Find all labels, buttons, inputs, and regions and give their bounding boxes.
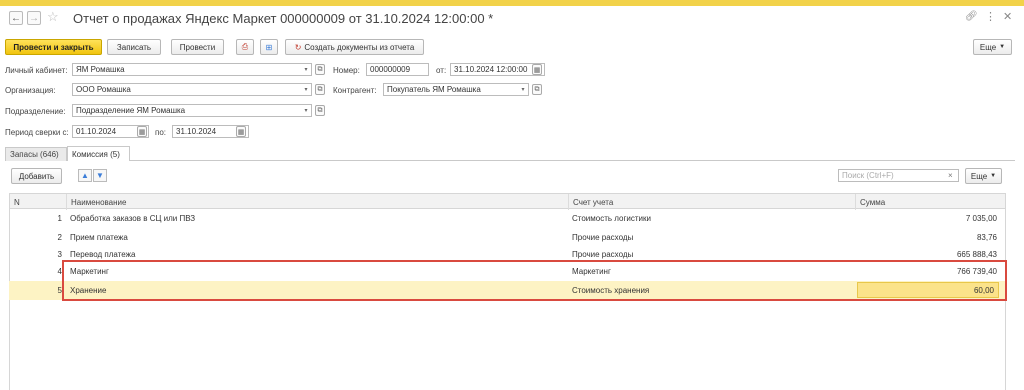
search-input[interactable]: Поиск (Ctrl+F) xyxy=(838,169,959,182)
structure-button[interactable]: ⊞ xyxy=(260,39,278,55)
post-button[interactable]: Провести xyxy=(171,39,224,55)
period-to-calendar-icon[interactable]: ▦ xyxy=(236,126,246,137)
search-placeholder: Поиск (Ctrl+F) xyxy=(842,171,894,180)
division-value: Подразделение ЯМ Ромашка xyxy=(76,106,186,115)
tab-commission[interactable]: Комиссия (5) xyxy=(67,146,130,161)
row-number: 4 xyxy=(57,267,62,276)
link-icon[interactable]: 🔗︎ xyxy=(965,11,978,22)
arrow-left-icon: ← xyxy=(11,12,21,24)
post-and-close-button[interactable]: Провести и закрыть xyxy=(5,39,102,55)
column-header-name[interactable]: Наименование xyxy=(67,194,569,210)
arrow-up-icon: ▲ xyxy=(81,171,89,180)
back-button[interactable]: ← xyxy=(9,11,23,25)
cabinet-label: Личный кабинет: xyxy=(5,66,68,75)
arrow-right-icon: → xyxy=(29,12,39,24)
division-field[interactable]: Подразделение ЯМ Ромашка xyxy=(72,104,312,117)
table-header: N Наименование Счет учета Сумма xyxy=(9,193,1007,210)
number-label: Номер: xyxy=(333,66,360,75)
row-sum: 7 035,00 xyxy=(965,214,997,223)
number-value: 000000009 xyxy=(370,65,411,74)
search-clear-icon[interactable]: × xyxy=(948,171,953,180)
arrow-down-icon: ▼ xyxy=(96,171,104,180)
organization-value: ООО Ромашка xyxy=(76,85,131,94)
column-header-n[interactable]: N xyxy=(10,194,67,210)
period-to-value: 31.10.2024 xyxy=(176,127,217,136)
contractor-label: Контрагент: xyxy=(333,86,377,95)
print-button[interactable]: ⎙ xyxy=(236,39,254,55)
organization-field[interactable]: ООО Ромашка xyxy=(72,83,312,96)
contractor-open-icon[interactable]: ⧉ xyxy=(532,84,542,95)
create-documents-button[interactable]: ↻ Создать документы из отчета xyxy=(285,39,424,55)
more-button[interactable]: Еще ▼ xyxy=(973,39,1012,55)
period-from-calendar-icon[interactable]: ▦ xyxy=(137,126,147,137)
date-field[interactable]: 31.10.2024 12:00:00 xyxy=(450,63,545,76)
row-number: 5 xyxy=(57,286,62,295)
close-icon[interactable]: ✕ xyxy=(1003,10,1012,23)
column-header-account[interactable]: Счет учета xyxy=(569,194,856,210)
table-more-button[interactable]: Еще ▼ xyxy=(965,168,1002,184)
contractor-dropdown-icon[interactable]: ▾ xyxy=(518,83,528,96)
row-account: Стоимость логистики xyxy=(572,214,651,223)
refresh-icon: ↻ xyxy=(294,42,302,52)
contractor-value: Покупатель ЯМ Ромашка xyxy=(387,85,481,94)
cabinet-field[interactable]: ЯМ Ромашка xyxy=(72,63,312,76)
save-button[interactable]: Записать xyxy=(107,39,161,55)
period-label: Период сверки с: xyxy=(5,128,69,137)
move-down-button[interactable]: ▼ xyxy=(93,169,107,182)
add-button[interactable]: Добавить xyxy=(11,168,62,184)
date-label: от: xyxy=(436,66,447,75)
period-from-value: 01.10.2024 xyxy=(76,127,117,136)
column-header-sum[interactable]: Сумма xyxy=(856,194,1007,210)
number-field[interactable]: 000000009 xyxy=(366,63,429,76)
menu-dots-icon[interactable]: ⋮ xyxy=(985,10,996,23)
cabinet-dropdown-icon[interactable]: ▾ xyxy=(301,63,311,76)
row-number: 1 xyxy=(57,214,62,223)
favorite-star-icon[interactable]: ☆ xyxy=(47,9,59,25)
top-accent-bar xyxy=(0,0,1024,6)
table-row[interactable]: 1 Обработка заказов в СЦ или ПВЗ Стоимос… xyxy=(9,209,1006,228)
more-label: Еще xyxy=(979,42,997,52)
window-title: Отчет о продажах Яндекс Маркет 000000009… xyxy=(73,11,494,26)
organization-label: Организация: xyxy=(5,86,56,95)
create-documents-label: Создать документы из отчета xyxy=(304,42,415,52)
cabinet-open-icon[interactable]: ⧉ xyxy=(315,64,325,75)
highlight-box xyxy=(62,260,1007,301)
contractor-field[interactable]: Покупатель ЯМ Ромашка xyxy=(383,83,529,96)
date-value: 31.10.2024 12:00:00 xyxy=(454,65,528,74)
division-label: Подразделение: xyxy=(5,107,66,116)
division-open-icon[interactable]: ⧉ xyxy=(315,105,325,116)
tab-stocks[interactable]: Запасы (646) xyxy=(5,147,67,161)
structure-icon: ⊞ xyxy=(265,42,273,52)
move-up-button[interactable]: ▲ xyxy=(78,169,92,182)
organization-dropdown-icon[interactable]: ▾ xyxy=(301,83,311,96)
tabs-divider xyxy=(5,160,1015,161)
row-name: Обработка заказов в СЦ или ПВЗ xyxy=(70,214,196,223)
period-to-label: по: xyxy=(155,128,167,137)
forward-button[interactable]: → xyxy=(27,11,41,25)
organization-open-icon[interactable]: ⧉ xyxy=(315,84,325,95)
division-dropdown-icon[interactable]: ▾ xyxy=(301,104,311,117)
table-more-chevron-icon: ▼ xyxy=(990,173,997,179)
cabinet-value: ЯМ Ромашка xyxy=(76,65,125,74)
table-more-label: Еще xyxy=(970,171,988,181)
calendar-icon[interactable]: ▦ xyxy=(532,64,542,75)
print-icon: ⎙ xyxy=(241,42,249,51)
chevron-down-icon: ▼ xyxy=(999,44,1006,50)
